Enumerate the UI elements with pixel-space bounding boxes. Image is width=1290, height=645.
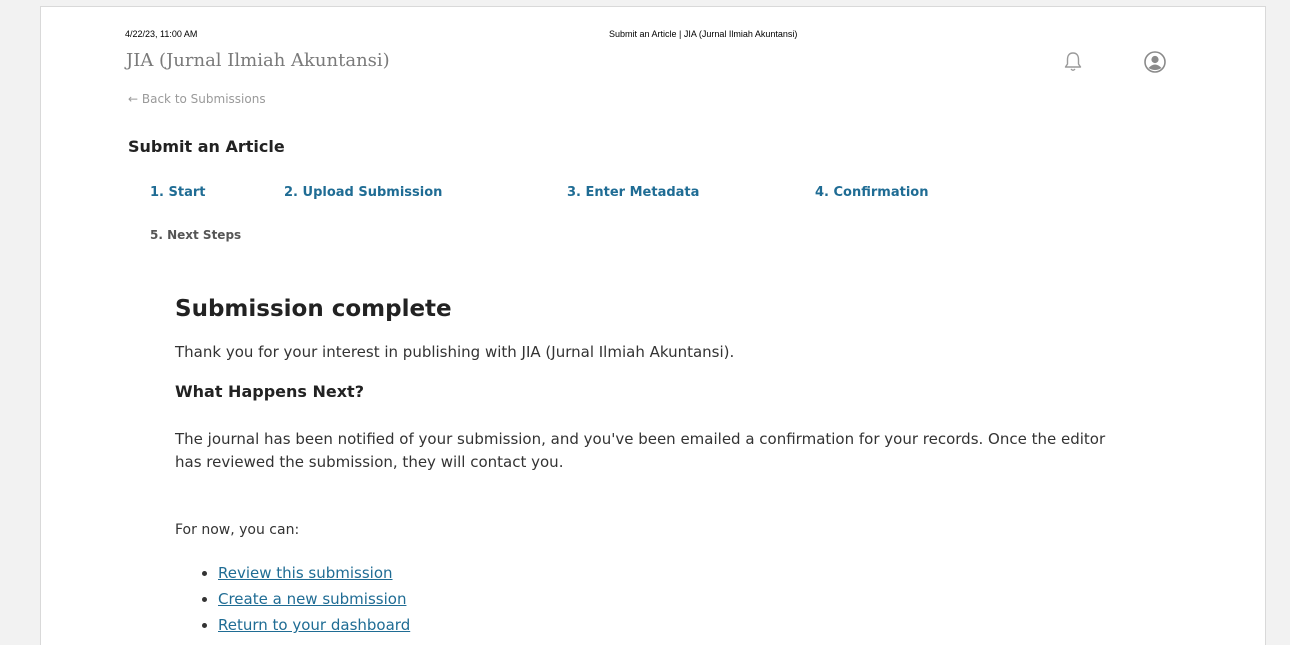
- journal-title[interactable]: JIA (Jurnal Ilmiah Akuntansi): [126, 50, 390, 71]
- for-now-text: For now, you can:: [175, 522, 300, 538]
- print-datetime: 4/22/23, 11:00 AM: [125, 29, 198, 39]
- back-to-submissions-link[interactable]: ← Back to Submissions: [128, 92, 266, 106]
- return-to-dashboard-link[interactable]: Return to your dashboard: [218, 616, 410, 634]
- bell-icon[interactable]: [1061, 50, 1085, 74]
- heading-submission-complete: Submission complete: [175, 296, 452, 322]
- thanks-text: Thank you for your interest in publishin…: [175, 343, 735, 361]
- step-next-steps[interactable]: 5. Next Steps: [150, 228, 241, 242]
- list-item: Create a new submission: [218, 586, 410, 612]
- print-page-title: Submit an Article | JIA (Jurnal Ilmiah A…: [609, 29, 798, 39]
- step-upload-submission[interactable]: 2. Upload Submission: [284, 185, 442, 200]
- step-confirmation[interactable]: 4. Confirmation: [815, 185, 928, 200]
- heading-what-happens-next: What Happens Next?: [175, 382, 364, 401]
- list-item: Review this submission: [218, 560, 410, 586]
- user-icon[interactable]: [1143, 50, 1167, 74]
- step-start[interactable]: 1. Start: [150, 185, 206, 200]
- review-submission-link[interactable]: Review this submission: [218, 564, 393, 582]
- page-title: Submit an Article: [128, 137, 285, 156]
- notification-text: The journal has been notified of your su…: [175, 430, 1106, 471]
- next-actions-list: Review this submission Create a new subm…: [175, 560, 410, 638]
- create-new-submission-link[interactable]: Create a new submission: [218, 590, 406, 608]
- list-item: Return to your dashboard: [218, 612, 410, 638]
- step-enter-metadata[interactable]: 3. Enter Metadata: [567, 185, 699, 200]
- print-header: 4/22/23, 11:00 AM Submit an Article | JI…: [125, 29, 1241, 43]
